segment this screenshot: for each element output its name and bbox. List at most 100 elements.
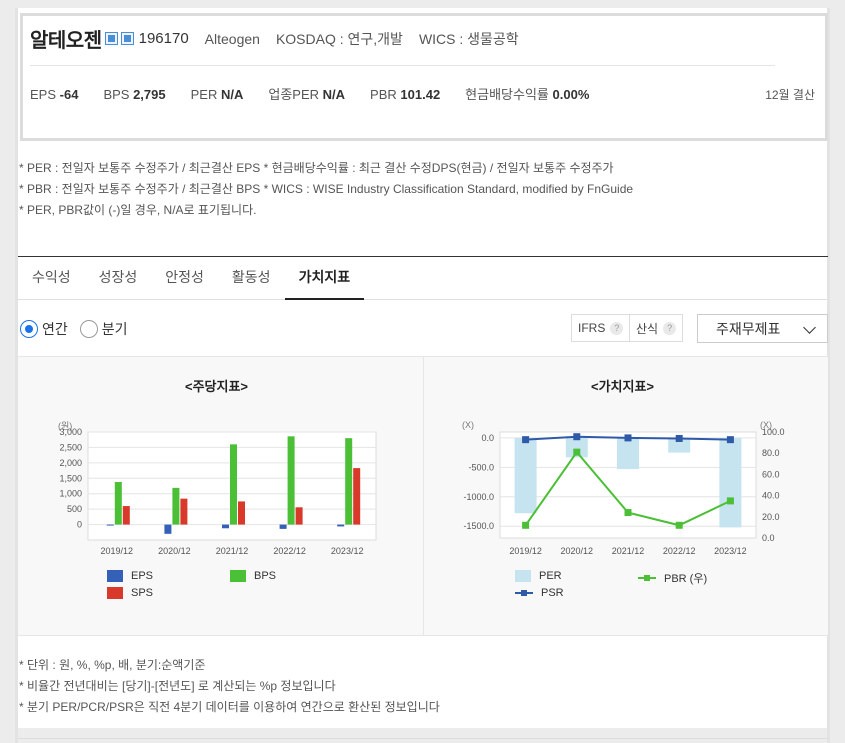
bar-eps [106,524,114,526]
bar-sps [122,506,130,525]
legend-pbr: PBR (우) [638,570,707,586]
x-tick-label: 2023/12 [331,546,364,556]
company-name: 알테오젠 [30,30,102,52]
legend-eps-label: EPS [131,570,154,582]
indicator-tabs: 수익성 성장성 안정성 활동성 가치지표 [18,256,828,300]
period-selector: 연간 분기 [20,319,140,339]
bar-bps [345,438,353,525]
point-psr [726,436,734,444]
bar-eps [164,524,172,534]
legend-sps-label: SPS [131,587,154,599]
metric-industry-per: 업종PER N/A [268,87,346,102]
right-tick-label: 60.0 [762,469,780,479]
company-code: 196170 [138,30,189,47]
bar-eps [337,524,345,527]
statement-select[interactable]: 주재무제표 [697,314,828,343]
bar-eps [222,524,229,529]
tab-activity[interactable]: 활동성 [218,256,285,300]
y-tick-label: 0 [77,520,82,530]
help-icon[interactable]: ? [663,321,677,335]
bar-sps [353,468,361,525]
y-tick-label: 500 [67,504,82,514]
legend-per-swatch [515,570,531,582]
x-tick-label: 2020/12 [561,546,594,556]
wics-info: WICS : 생물공학 [418,30,519,47]
header-divider [30,65,775,66]
help-icon[interactable]: ? [610,321,624,335]
left-unit-label: (X) [462,420,474,430]
legend-per-label: PER [539,570,562,582]
x-tick-label: 2019/12 [101,546,134,556]
tab-stability[interactable]: 안정성 [151,256,218,300]
legend-bps: BPS [230,570,276,582]
left-tick-label: -1000.0 [463,492,494,502]
metric-bps: BPS 2,795 [103,87,166,102]
right-tick-label: 0.0 [762,533,775,543]
legend-bps-label: BPS [254,570,277,582]
bar-sps [295,507,303,525]
unit-notes: * 단위 : 원, %, %p, 배, 분기:순액기준 * 비율간 전년대비는 … [19,655,440,718]
legend-eps-swatch [107,570,123,582]
market-info: KOSDAQ : 연구,개발 [275,30,403,47]
bar-per [617,437,639,470]
note-line: * PER, PBR값이 (-)일 경우, N/A로 표기됩니다. [19,203,257,217]
formula-button[interactable]: 산식? [629,314,684,342]
bar-eps [279,524,287,529]
point-pbr [726,497,734,505]
building-icon[interactable] [120,32,134,45]
company-eng-name: Alteogen [204,30,260,47]
y-tick-label: 3,000 [59,427,82,437]
left-tick-label: -500.0 [468,462,494,472]
tab-growth[interactable]: 성장성 [85,256,152,300]
y-tick-label: 2,000 [59,458,82,468]
bar-bps [230,444,237,525]
definition-notes: * PER : 전일자 보통주 수정주가 / 최근결산 EPS * 현금배당수익… [19,158,633,221]
point-psr [675,434,683,442]
ifrs-button[interactable]: IFRS? [571,314,631,342]
legend-pbr-marker [638,575,656,581]
radio-quarterly[interactable] [79,320,98,338]
metric-eps: EPS -64 [30,87,79,102]
tab-profitability[interactable]: 수익성 [18,256,85,300]
point-psr [624,434,632,442]
bottom-border [18,738,828,743]
legend-eps: EPS [107,570,153,582]
home-icon[interactable] [104,32,118,45]
x-tick-label: 2022/12 [273,546,306,556]
x-tick-label: 2020/12 [158,546,191,556]
note-line: * 단위 : 원, %, %p, 배, 분기:순액기준 [19,658,206,672]
formula-label: 산식 [636,321,659,336]
tabs-top-border [18,256,828,257]
x-tick-label: 2019/12 [509,546,542,556]
radio-quarterly-label[interactable]: 분기 [102,319,128,339]
valuation-chart: (X) (X)0.0-500.0-1000.0-1500.00.020.040.0… [462,420,785,556]
right-tick-label: 20.0 [762,512,780,522]
legend-per: PER [515,570,562,582]
left-tick-label: 0.0 [481,433,494,443]
bar-bps [114,481,122,525]
tab-valuation[interactable]: 가치지표 [284,256,365,300]
legend-sps: SPS [107,587,153,599]
note-line: * PBR : 전일자 보통주 수정주가 / 최근결산 BPS * WICS :… [19,182,634,196]
bar-per [719,437,742,528]
statement-select-value: 주재무제표 [716,320,781,337]
y-tick-label: 1,500 [59,473,82,483]
point-pbr [573,448,581,456]
bar-bps [172,487,180,525]
radio-annual-label[interactable]: 연간 [42,319,68,339]
settlement-month: 12월 결산 [765,88,815,102]
radio-annual[interactable] [20,320,38,338]
point-psr [522,436,530,444]
point-psr [573,433,581,441]
point-pbr [624,509,632,517]
bar-bps [287,436,295,525]
x-tick-label: 2023/12 [714,546,747,556]
ifrs-label: IFRS [578,321,606,335]
legend-bps-swatch [230,570,246,582]
per-share-chart-title: <주당지표> [185,379,249,394]
point-pbr [522,521,530,529]
right-tick-label: 100.0 [762,427,785,437]
x-tick-label: 2021/12 [612,546,645,556]
valuation-chart-title: <가치지표> [591,379,655,394]
legend-sps-swatch [107,587,123,599]
